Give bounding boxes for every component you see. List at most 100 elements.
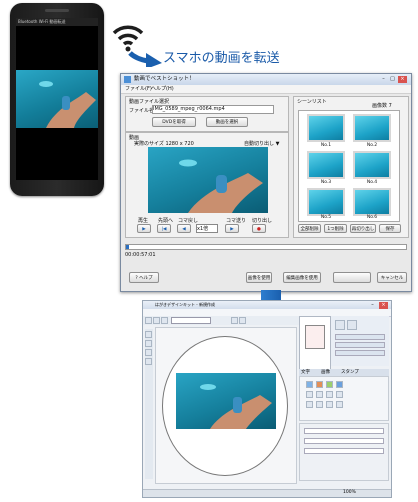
palette-tool-icon[interactable] xyxy=(336,401,343,408)
frame-back-button[interactable]: ◀ xyxy=(177,224,191,233)
phone-status-bar: Bluetooth Wi-Fi 動画転送 xyxy=(16,18,98,26)
font-select[interactable] xyxy=(171,317,211,324)
italic-icon[interactable] xyxy=(239,317,246,324)
open-icon[interactable] xyxy=(153,317,160,324)
save-icon[interactable] xyxy=(161,317,168,324)
video-group: 動画 実際のサイズ 1280 x 720 自動切り出し ▼ 再生 先頭へ コマ戻… xyxy=(125,132,289,238)
editor-title-bar: はがきデザインキット - 新規作成 – × xyxy=(143,301,391,309)
video-preview xyxy=(148,147,268,213)
dialog-title-bar: 動画でベストショット！ – □ × xyxy=(121,74,411,85)
capture-button[interactable]: ● xyxy=(252,224,266,233)
editor-minimize-button[interactable]: – xyxy=(368,302,377,309)
palette-tool-icon[interactable] xyxy=(306,391,313,398)
select-video-button[interactable]: 動画を選択 xyxy=(206,117,248,127)
smartphone: Bluetooth Wi-Fi 動画転送 xyxy=(10,3,104,196)
cancel-button[interactable]: キャンセル xyxy=(377,272,407,283)
image-edit-panel xyxy=(331,316,389,366)
menu-file[interactable]: ファイル(F) xyxy=(125,85,152,93)
frame-icon[interactable] xyxy=(347,320,357,330)
new-icon[interactable] xyxy=(145,317,152,324)
dvd-button[interactable]: DVDを取得 xyxy=(152,117,196,127)
page-thumbnail[interactable] xyxy=(305,325,325,349)
zoom-level: 100% xyxy=(343,490,356,495)
palette-tool-icon[interactable] xyxy=(326,401,333,408)
editor-status-bar: 100% xyxy=(143,489,391,497)
dialog-title: 動画でベストショット！ xyxy=(134,76,195,82)
scene-thumbnail-label: No.3 xyxy=(320,180,332,185)
image-use-button[interactable]: 画像を使用 xyxy=(246,272,272,283)
placed-image-content xyxy=(200,384,272,429)
editor-toolbar xyxy=(143,316,303,325)
palette-tool-icon[interactable] xyxy=(336,391,343,398)
transfer-heading: スマホの動画を転送 xyxy=(163,51,280,66)
palette-tool-icon[interactable] xyxy=(316,381,323,388)
phone-screen: Bluetooth Wi-Fi 動画転送 xyxy=(16,18,98,180)
play-button[interactable]: ▶ xyxy=(137,224,151,233)
property-field[interactable] xyxy=(304,438,384,444)
use-edited-image-button[interactable] xyxy=(333,272,371,283)
help-button-label: ヘルプ xyxy=(139,276,153,281)
palette-tool-icon[interactable] xyxy=(326,391,333,398)
image-count: 画像数 7 xyxy=(372,103,392,109)
edit-option[interactable] xyxy=(335,342,385,348)
file-select-group: 動画ファイル選択 ファイル名 IMG_0589_mpeg_r0064.mp4 D… xyxy=(125,96,289,132)
edit-image-button[interactable]: 編集画像を使用 xyxy=(283,272,321,283)
tab-text[interactable]: 文字 xyxy=(301,369,310,375)
edit-option[interactable] xyxy=(335,334,385,340)
placed-video-image[interactable] xyxy=(176,373,276,429)
video-scene-image xyxy=(39,81,96,128)
editor-close-button[interactable]: × xyxy=(379,302,388,309)
video-frame-image xyxy=(179,159,263,213)
tab-image[interactable]: 画像 xyxy=(321,369,330,375)
phone-speaker xyxy=(45,9,69,12)
maximize-button[interactable]: □ xyxy=(388,76,397,83)
scene-thumbnail[interactable] xyxy=(307,151,345,179)
timecode: 00:00:57:01 xyxy=(125,252,156,258)
help-icon: ? xyxy=(135,276,138,281)
image-icon[interactable] xyxy=(335,320,345,330)
shape-tool-icon[interactable] xyxy=(145,349,152,356)
palette-tool-icon[interactable] xyxy=(316,401,323,408)
palette-tool-icon[interactable] xyxy=(306,401,313,408)
property-field[interactable] xyxy=(304,428,384,434)
auto-capture-select[interactable]: 自動切り出し ▼ xyxy=(244,140,279,147)
palette-tool-icon[interactable] xyxy=(306,381,313,388)
property-field[interactable] xyxy=(304,448,384,454)
scene-thumbnail[interactable] xyxy=(353,151,391,179)
file-name-field[interactable]: IMG_0589_mpeg_r0064.mp4 xyxy=(152,105,274,114)
palette-tool-icon[interactable] xyxy=(316,391,323,398)
edit-option[interactable] xyxy=(335,350,385,356)
text-tool-icon[interactable] xyxy=(145,340,152,347)
timeline-thumb[interactable] xyxy=(126,245,129,249)
help-button[interactable]: ? ヘルプ xyxy=(129,272,159,283)
menu-help[interactable]: ヘルプ(H) xyxy=(151,85,174,93)
image-tool-icon[interactable] xyxy=(145,358,152,365)
tab-stamp[interactable]: スタンプ xyxy=(341,369,359,375)
palette-tool-icon[interactable] xyxy=(326,381,333,388)
editor-left-toolbar xyxy=(145,329,153,479)
minimize-button[interactable]: – xyxy=(379,76,388,83)
frame-back-label: コマ戻し xyxy=(178,218,199,224)
recapture-button[interactable]: 再切り出し xyxy=(350,224,376,233)
scene-thumbnail-label: No.5 xyxy=(320,215,332,220)
palette-tool-icon[interactable] xyxy=(336,381,343,388)
best-shot-dialog: 動画でベストショット！ – □ × ファイル(F) ヘルプ(H) 動画ファイル選… xyxy=(120,73,412,292)
speed-select[interactable]: x1倍 xyxy=(196,224,218,233)
bold-icon[interactable] xyxy=(231,317,238,324)
scene-thumbnail-label: No.2 xyxy=(366,143,378,148)
scene-thumbnail[interactable] xyxy=(307,114,345,142)
scene-thumbnail[interactable] xyxy=(307,188,345,216)
scene-thumbnail[interactable] xyxy=(353,114,391,142)
timeline-slider[interactable] xyxy=(125,244,407,250)
editor-canvas[interactable] xyxy=(155,327,297,484)
delete-one-button[interactable]: 1つ削除 xyxy=(324,224,347,233)
close-button[interactable]: × xyxy=(398,76,407,83)
go-first-button[interactable]: |◀ xyxy=(157,224,171,233)
scene-thumbnail[interactable] xyxy=(353,188,391,216)
editor-title: はがきデザインキット - 新規作成 xyxy=(155,302,215,307)
select-tool-icon[interactable] xyxy=(145,331,152,338)
delete-all-button[interactable]: 全部削除 xyxy=(298,224,321,233)
app-icon xyxy=(124,76,131,83)
save-button[interactable]: 保存 xyxy=(379,224,401,233)
frame-forward-button[interactable]: ▶ xyxy=(225,224,239,233)
